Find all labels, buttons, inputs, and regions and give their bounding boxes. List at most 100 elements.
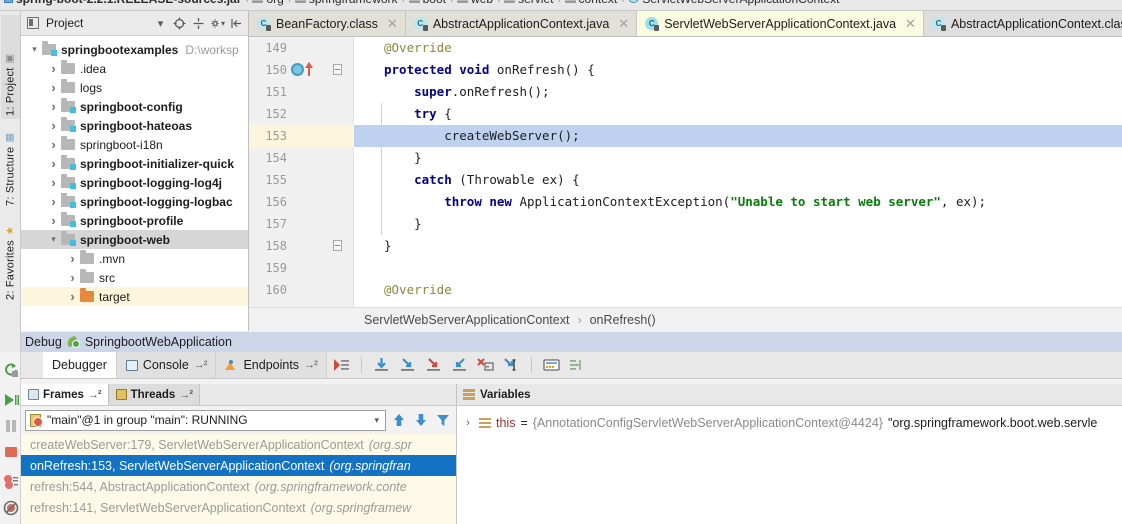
chevron-right-icon[interactable] <box>46 213 61 228</box>
breakpoint-icon[interactable] <box>291 63 304 76</box>
project-tree[interactable]: springbootexamples D:\worksp .idea logs spri… <box>21 36 248 330</box>
pin-icon[interactable]: →² <box>304 359 318 371</box>
pin-icon[interactable]: →² <box>194 359 208 371</box>
editor-tab[interactable]: C BeanFactory.class ✕ <box>249 11 406 36</box>
tree-node[interactable]: springboot-hateoas <box>21 116 248 135</box>
editor-gutter[interactable]: 149 150 151 152 153 154 155 156 157 158 159 160 <box>249 37 354 307</box>
stack-frame-row[interactable]: refresh:141, ServletWebServerApplication… <box>21 497 456 518</box>
collapse-all-icon[interactable] <box>191 16 206 31</box>
chevron-right-icon[interactable] <box>46 175 61 190</box>
editor-breadcrumb-item[interactable]: onRefresh() <box>590 313 656 327</box>
drop-frame-icon[interactable] <box>477 357 494 373</box>
chevron-right-icon[interactable] <box>46 137 61 152</box>
code-line[interactable]: throw new ApplicationContextException("U… <box>354 191 1122 213</box>
sidebar-tab-project[interactable]: 1: Project ▣ <box>1 15 20 119</box>
code-line[interactable]: } <box>354 235 1122 257</box>
chevron-right-icon[interactable] <box>46 194 61 209</box>
editor-tab[interactable]: CAbstractApplicationContext.class✕ <box>923 11 1122 36</box>
debug-tab[interactable]: Debugger <box>43 352 117 378</box>
stop-icon[interactable] <box>3 444 19 460</box>
tree-node[interactable]: springboot-logging-log4j <box>21 173 248 192</box>
tree-node[interactable]: springboot-config <box>21 97 248 116</box>
editor-breadcrumb[interactable]: ServletWebServerApplicationContext › onRef… <box>249 307 1122 331</box>
chevron-right-icon[interactable] <box>65 270 80 285</box>
show-execution-point-icon[interactable] <box>333 357 350 373</box>
tree-node[interactable]: springboot-profile <box>21 211 248 230</box>
resume-program-icon[interactable] <box>3 392 19 408</box>
variable-row[interactable]: › this = {AnnotationConfigServletWebServerA… <box>457 412 1122 434</box>
step-out-icon[interactable] <box>451 357 468 373</box>
code-line[interactable]: @Override <box>354 37 1122 59</box>
chevron-right-icon[interactable] <box>46 156 61 171</box>
code-line[interactable]: protected void onRefresh() { <box>354 59 1122 81</box>
debug-tab[interactable]: Console →² <box>116 352 217 378</box>
close-icon[interactable]: ✕ <box>618 16 629 32</box>
evaluate-expression-icon[interactable] <box>543 357 560 373</box>
close-icon[interactable]: ✕ <box>387 16 398 32</box>
tree-node[interactable]: src <box>21 268 248 287</box>
chevron-right-icon[interactable] <box>65 289 80 304</box>
up-arrow-icon[interactable] <box>390 411 408 429</box>
sidebar-tab-structure[interactable]: 7: Structure ▦ <box>1 123 20 209</box>
stack-frame-row[interactable]: refresh:544, AbstractApplicationContext (… <box>21 476 456 497</box>
editor-tab[interactable]: C AbstractApplicationContext.java ✕ <box>405 11 638 36</box>
code-line[interactable]: @Override <box>354 279 1122 301</box>
tree-node[interactable]: logs <box>21 78 248 97</box>
chevron-down-icon[interactable]: ▾ <box>374 415 379 426</box>
breadcrumb-item[interactable]: spring-boot-2.2.1.RELEASE-sources.jar <box>0 0 246 10</box>
step-over-icon[interactable] <box>373 357 390 373</box>
chevron-right-icon[interactable] <box>46 80 61 95</box>
sidebar-tab-favorites[interactable]: 2: Favorites ★ <box>1 211 20 303</box>
rerun-icon[interactable] <box>3 362 19 378</box>
tree-node[interactable]: springboot-logging-logbac <box>21 192 248 211</box>
tree-node[interactable]: .idea <box>21 59 248 78</box>
tree-node[interactable]: springboot-web <box>21 230 248 249</box>
tree-node[interactable]: target <box>21 287 248 306</box>
close-icon[interactable]: ✕ <box>905 16 916 32</box>
debug-tab[interactable]: Endpoints →² <box>216 352 327 378</box>
chevron-right-icon[interactable]: › <box>462 417 474 429</box>
mute-breakpoints-icon[interactable] <box>3 500 19 516</box>
breadcrumb-item[interactable]: web <box>454 0 498 10</box>
tree-node[interactable]: springboot-i18n <box>21 135 248 154</box>
code-area[interactable]: @Override protected void onRefresh() { su… <box>354 37 1122 307</box>
hide-panel-icon[interactable] <box>229 16 244 31</box>
chevron-down-icon[interactable] <box>46 234 61 245</box>
editor-breadcrumb-item[interactable]: ServletWebServerApplicationContext <box>364 313 569 327</box>
code-fold-icon[interactable] <box>333 64 342 75</box>
down-arrow-icon[interactable] <box>412 411 430 429</box>
chevron-right-icon[interactable] <box>46 61 61 76</box>
code-line[interactable]: } <box>354 147 1122 169</box>
breadcrumb-item[interactable]: springframework <box>292 0 403 10</box>
pin-icon[interactable]: →² <box>179 389 193 401</box>
breadcrumb-item[interactable]: ServletWebServerApplicationContext <box>625 0 844 10</box>
code-line[interactable]: } <box>354 213 1122 235</box>
code-line[interactable] <box>354 257 1122 279</box>
breadcrumb-item[interactable]: context <box>562 0 623 10</box>
pause-program-icon[interactable] <box>3 418 19 434</box>
view-breakpoints-icon[interactable] <box>3 474 19 490</box>
locate-icon[interactable] <box>172 16 187 31</box>
code-line[interactable]: try { <box>354 103 1122 125</box>
force-step-into-icon[interactable] <box>425 357 442 373</box>
method-override-arrow-icon[interactable] <box>305 62 313 76</box>
code-fold-icon[interactable] <box>333 240 342 251</box>
chevron-right-icon[interactable] <box>46 118 61 133</box>
breadcrumb-item[interactable]: servlet <box>501 0 558 10</box>
step-into-icon[interactable] <box>399 357 416 373</box>
code-line[interactable]: createWebServer(); <box>354 125 1122 147</box>
variables-list[interactable]: › this = {AnnotationConfigServletWebServerA… <box>457 412 1122 434</box>
run-to-cursor-icon[interactable] <box>503 357 520 373</box>
editor-tab[interactable]: C ServletWebServerApplicationContext.java… <box>637 11 924 36</box>
code-editor[interactable]: 149 150 151 152 153 154 155 156 157 158 159 160 @Ov… <box>249 37 1122 307</box>
code-line[interactable]: super.onRefresh(); <box>354 81 1122 103</box>
pin-icon[interactable]: →² <box>88 389 102 401</box>
code-line[interactable]: catch (Throwable ex) { <box>354 169 1122 191</box>
stack-frame-row[interactable]: onRefresh:153, ServletWebServerApplicati… <box>21 455 456 476</box>
chevron-right-icon[interactable] <box>65 251 80 266</box>
chevron-right-icon[interactable] <box>46 99 61 114</box>
stack-frame-row[interactable]: createWebServer:179, ServletWebServerApp… <box>21 434 456 455</box>
thread-selector[interactable]: "main"@1 in group "main": RUNNING ▾ <box>25 409 386 431</box>
frames-tab[interactable]: Threads →² <box>108 384 201 405</box>
breadcrumb-item[interactable]: org <box>249 0 288 10</box>
